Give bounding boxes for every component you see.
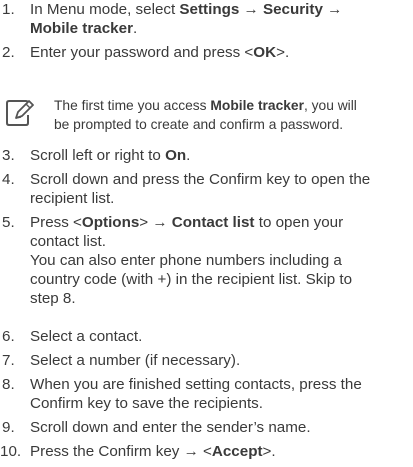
text-run: step 8. [30,290,76,307]
text-run: Select a number (if necessary). [30,352,241,369]
text-run: > → [139,214,172,231]
text-line: Select a contact. [30,327,142,346]
text-run: contact list. [30,233,106,250]
text-run: Scroll down and press the Confirm key to… [30,171,371,188]
text-line: recipient list. [30,189,370,208]
step-text: Enter your password and press <OK>. [30,43,289,62]
step-number: 5. [2,214,15,231]
text-line: Scroll left or right to On. [30,146,190,165]
note-text: The first time you access Mobile tracker… [54,96,357,134]
step-number: 8. [2,376,15,393]
text-run: Enter your password and press < [30,44,254,61]
text-line: Enter your password and press <OK>. [30,43,289,62]
text-run: >. [262,443,276,460]
step-text: Scroll down and press the Confirm key to… [30,170,370,208]
text-line: country code (with +) in the recipient l… [30,270,352,289]
emphasized-text: Options [81,214,140,231]
text-run: When you are finished setting contacts, … [30,376,362,393]
text-line: contact list. [30,232,352,251]
text-run: Confirm key to save the recipients. [30,395,263,412]
text-run: , you will [303,98,357,113]
text-line: The first time you access Mobile tracker… [54,96,357,115]
emphasized-text: OK [253,44,277,61]
text-line: When you are finished setting contacts, … [30,375,362,394]
step-text: Press <Options> → Contact list to open y… [30,213,352,308]
step-text: Select a contact. [30,327,142,346]
step-text: Scroll down and enter the sender’s name. [30,418,311,437]
text-line: You can also enter phone numbers includi… [30,251,352,270]
text-run: Press the Confirm key → < [30,443,212,460]
text-line: Press the Confirm key → <Accept>. [30,442,276,461]
step-number: 7. [2,352,15,369]
note-box: The first time you access Mobile tracker… [0,96,413,140]
step-text: In Menu mode, select Settings → Security… [30,0,342,38]
text-line: Confirm key to save the recipients. [30,394,362,413]
text-run: Select a contact. [30,328,143,345]
emphasized-text: Contact list [171,214,255,231]
emphasized-text: On [165,147,187,164]
step-text: Scroll left or right to On. [30,146,190,165]
text-line: be prompted to create and confirm a pass… [54,115,357,134]
text-run: be prompted to create and confirm a pass… [54,117,344,132]
emphasized-text: Accept [211,443,263,460]
text-run: Scroll left or right to [30,147,166,164]
note-pencil-icon [6,100,34,126]
text-run: . [132,20,138,37]
text-line: Scroll down and press the Confirm key to… [30,170,370,189]
text-run: . [186,147,191,164]
step-number: 1. [2,1,15,18]
text-run: to open your [254,214,344,231]
text-line: Mobile tracker. [30,19,342,38]
step-number: 2. [2,44,15,61]
text-line: Select a number (if necessary). [30,351,240,370]
text-run: recipient list. [30,190,115,207]
step-text: When you are finished setting contacts, … [30,375,362,413]
step-number: 3. [2,147,15,164]
text-line: Scroll down and enter the sender’s name. [30,418,311,437]
step-number: 9. [2,419,15,436]
text-run: In Menu mode, select [30,1,180,18]
emphasized-text: Mobile tracker [30,20,133,37]
emphasized-text: Mobile tracker [210,98,304,113]
text-line: step 8. [30,289,352,308]
text-run: Press < [30,214,82,231]
text-run: country code (with +) in the recipient l… [30,271,353,288]
text-line: In Menu mode, select Settings → Security… [30,0,342,19]
text-line: Press <Options> → Contact list to open y… [30,213,352,232]
step-number: 6. [2,328,15,345]
text-run: >. [276,44,290,61]
step-number: 4. [2,171,15,188]
emphasized-text: Settings → Security [179,1,323,18]
text-run: You can also enter phone numbers includi… [30,252,342,269]
step-number: 10. [0,443,22,460]
step-text: Press the Confirm key → <Accept>. [30,442,276,461]
step-text: Select a number (if necessary). [30,351,240,370]
text-run: The first time you access [54,98,211,113]
text-run: Scroll down and enter the sender’s name. [30,419,311,436]
text-run: → [322,1,343,18]
